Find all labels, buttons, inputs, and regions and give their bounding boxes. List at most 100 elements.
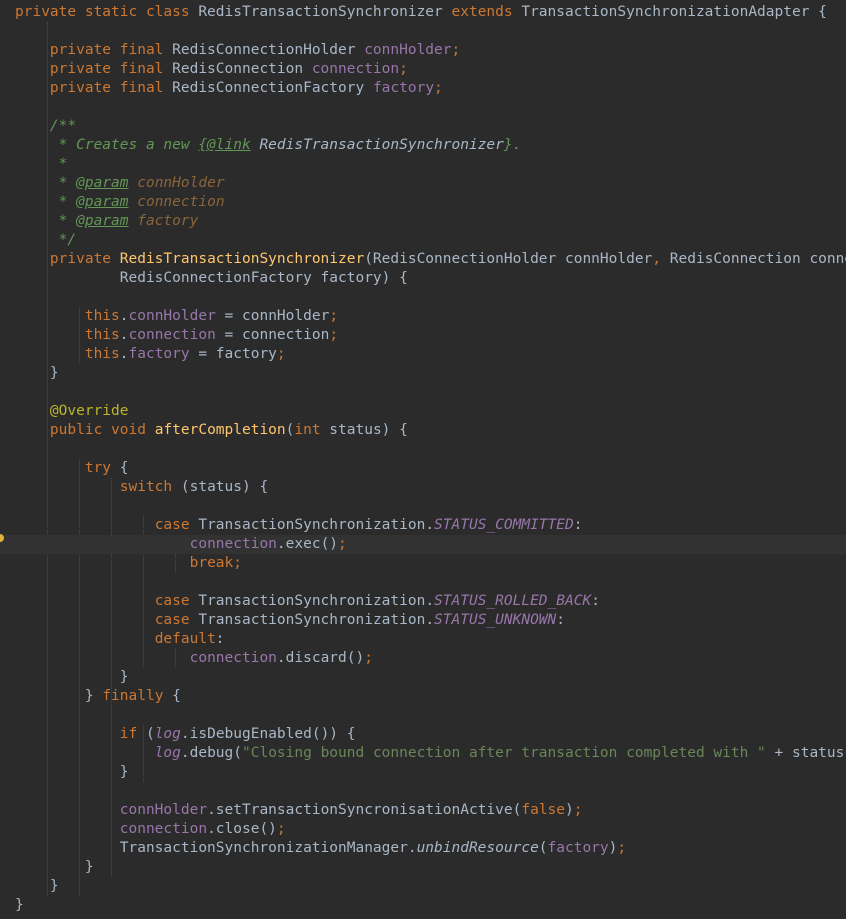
code-line[interactable]: log.debug("Closing bound connection afte…	[0, 744, 846, 763]
code-line[interactable]: private RedisTransactionSynchronizer(Red…	[0, 250, 846, 269]
code-line[interactable]	[0, 383, 846, 402]
code-line[interactable]: TransactionSynchronizationManager.unbind…	[0, 839, 846, 858]
code-line[interactable]: switch (status) {	[0, 478, 846, 497]
code-token: (	[538, 840, 548, 856]
code-line[interactable]: }	[0, 364, 846, 383]
code-token: {	[172, 688, 181, 704]
code-line[interactable]	[0, 706, 846, 725]
code-token: private static class	[15, 4, 199, 20]
code-line[interactable]: this.connHolder = connHolder;	[0, 307, 846, 326]
code-line[interactable]: case TransactionSynchronization.STATUS_U…	[0, 611, 846, 630]
code-token: {	[119, 460, 129, 476]
code-line[interactable]: public void afterCompletion(int status) …	[0, 421, 846, 440]
code-line-text: * @param connHolder	[15, 174, 225, 193]
code-line[interactable]: private static class RedisTransactionSyn…	[0, 3, 846, 22]
code-line-text: } finally {	[15, 687, 181, 706]
code-line[interactable]	[0, 288, 846, 307]
code-token: "Closing bound connection after transact…	[242, 745, 766, 761]
code-token: private final	[49, 80, 173, 96]
code-line-text: case TransactionSynchronization.STATUS_U…	[15, 611, 565, 630]
code-line-text: this.connection = connection;	[15, 326, 338, 345]
code-line-text: default:	[15, 630, 225, 649]
code-token: factory	[372, 80, 435, 96]
code-token: :	[573, 517, 583, 533]
code-line-text: switch (status) {	[15, 478, 268, 497]
code-line[interactable]: default:	[0, 630, 846, 649]
code-line[interactable]: if (log.isDebugEnabled()) {	[0, 725, 846, 744]
code-line[interactable]: }	[0, 858, 846, 877]
code-token: connection	[128, 327, 216, 343]
code-token: connHolder	[128, 175, 225, 191]
code-line[interactable]: *	[0, 155, 846, 174]
code-line[interactable]: connHolder.setTransactionSyncronisationA…	[0, 801, 846, 820]
code-line-text: case TransactionSynchronization.STATUS_C…	[15, 516, 583, 535]
code-line[interactable]: try {	[0, 459, 846, 478]
code-line-text: if (log.isDebugEnabled()) {	[15, 725, 356, 744]
code-token: }	[15, 764, 129, 780]
code-line[interactable]: */	[0, 231, 846, 250]
code-line[interactable]: connection.close();	[0, 820, 846, 839]
code-line[interactable]: case TransactionSynchronization.STATUS_R…	[0, 592, 846, 611]
code-line[interactable]: case TransactionSynchronization.STATUS_C…	[0, 516, 846, 535]
code-token: ;	[399, 61, 408, 77]
code-line[interactable]: connection.exec();	[0, 535, 846, 554]
code-token: connection	[189, 536, 277, 552]
code-line[interactable]: }	[0, 668, 846, 687]
code-token: :	[556, 612, 565, 628]
code-line-text: log.debug("Closing bound connection afte…	[15, 744, 846, 763]
code-line[interactable]: * Creates a new {@link RedisTransactionS…	[0, 136, 846, 155]
code-token: .	[119, 327, 129, 343]
code-line[interactable]	[0, 782, 846, 801]
code-token: afterCompletion	[154, 422, 286, 438]
code-line[interactable]: private final RedisConnectionHolder conn…	[0, 41, 846, 60]
code-line[interactable]: /**	[0, 117, 846, 136]
code-token: ;	[276, 821, 286, 837]
code-line[interactable]: }	[0, 877, 846, 896]
code-line[interactable]: } finally {	[0, 687, 846, 706]
code-token: )	[565, 802, 574, 818]
code-line[interactable]: private final RedisConnectionFactory fac…	[0, 79, 846, 98]
code-line[interactable]: connection.discard();	[0, 649, 846, 668]
code-line-text: */	[15, 231, 76, 250]
code-token: */	[49, 232, 77, 248]
code-line-text: connHolder.setTransactionSyncronisationA…	[15, 801, 583, 820]
code-token: TransactionSynchronization.	[198, 612, 435, 628]
code-line[interactable]: }	[0, 763, 846, 782]
code-token: TransactionSynchronization.	[198, 517, 435, 533]
code-line[interactable]	[0, 573, 846, 592]
code-token: private final	[49, 42, 173, 58]
code-token: STATUS_COMMITTED	[434, 517, 574, 533]
code-line[interactable]: * @param factory	[0, 212, 846, 231]
code-token: = factory	[189, 346, 277, 362]
code-line-text: break;	[15, 554, 242, 573]
code-line[interactable]: }	[0, 896, 846, 915]
code-line[interactable]	[0, 497, 846, 516]
code-line[interactable]: RedisConnectionFactory factory) {	[0, 269, 846, 288]
code-line[interactable]: * @param connHolder	[0, 174, 846, 193]
code-line[interactable]	[0, 440, 846, 459]
code-token: RedisTransactionSynchronizer	[198, 4, 452, 20]
code-token: connection	[311, 61, 400, 77]
code-line[interactable]	[0, 98, 846, 117]
code-line[interactable]: @Override	[0, 402, 846, 421]
code-line[interactable]: break;	[0, 554, 846, 573]
code-token: /**	[49, 118, 77, 134]
code-line[interactable]: private final RedisConnection connection…	[0, 60, 846, 79]
code-line[interactable]: this.connection = connection;	[0, 326, 846, 345]
code-line[interactable]	[0, 22, 846, 41]
code-line-text: connection.exec();	[15, 535, 347, 554]
code-line-text: RedisConnectionFactory factory) {	[15, 269, 408, 288]
code-line[interactable]: this.factory = factory;	[0, 345, 846, 364]
code-line[interactable]: * @param connection	[0, 193, 846, 212]
code-line-text: * @param connection	[15, 193, 225, 212]
code-token: connHolder	[364, 42, 452, 58]
code-token: unbindResource	[416, 840, 539, 856]
code-token: switch	[119, 479, 181, 495]
code-editor[interactable]: private static class RedisTransactionSyn…	[0, 0, 846, 919]
